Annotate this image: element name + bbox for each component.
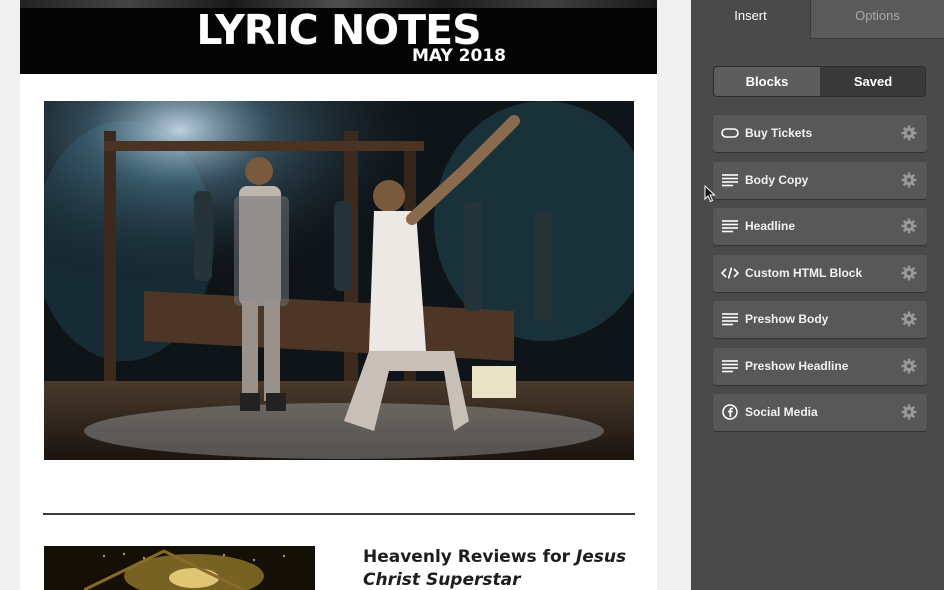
gear-icon[interactable] bbox=[901, 125, 917, 141]
tab-options[interactable]: Options bbox=[810, 0, 944, 39]
gear-icon[interactable] bbox=[901, 311, 917, 327]
sidebar-tabs: Insert Options bbox=[691, 0, 944, 39]
editor-sidebar: Insert Options Blocks Saved Buy Tickets … bbox=[691, 0, 944, 590]
block-preshow-body[interactable]: Preshow Body bbox=[713, 301, 927, 338]
section-divider bbox=[43, 513, 635, 515]
gear-icon[interactable] bbox=[901, 265, 917, 281]
text-lines-icon bbox=[721, 218, 739, 234]
text-lines-icon bbox=[721, 358, 739, 374]
block-custom-html[interactable]: Custom HTML Block bbox=[713, 254, 927, 292]
facebook-icon bbox=[721, 404, 739, 420]
gear-icon[interactable] bbox=[901, 404, 917, 420]
block-headline[interactable]: Headline bbox=[713, 208, 927, 245]
block-label: Buy Tickets bbox=[745, 126, 813, 140]
block-social-media[interactable]: Social Media bbox=[713, 394, 927, 431]
text-lines-icon bbox=[721, 172, 739, 188]
article-thumbnail[interactable] bbox=[44, 546, 315, 590]
block-preshow-headline[interactable]: Preshow Headline bbox=[713, 347, 927, 385]
segment-saved[interactable]: Saved bbox=[820, 67, 925, 96]
block-label: Preshow Headline bbox=[745, 358, 849, 373]
mouse-pointer-icon bbox=[704, 184, 716, 203]
block-buy-tickets[interactable]: Buy Tickets bbox=[713, 115, 927, 152]
banner-subtitle: MAY 2018 bbox=[412, 46, 506, 66]
block-label: Preshow Body bbox=[745, 312, 829, 326]
code-icon bbox=[720, 265, 740, 281]
newsletter-banner[interactable]: LYRIC NOTES MAY 2018 bbox=[20, 0, 657, 74]
block-label: Custom HTML Block bbox=[745, 265, 863, 280]
block-label: Headline bbox=[745, 219, 796, 233]
email-body: LYRIC NOTES MAY 2018 Heavenly Reviews fo… bbox=[20, 0, 657, 590]
block-body-copy[interactable]: Body Copy bbox=[713, 161, 927, 199]
block-label: Body Copy bbox=[745, 172, 809, 187]
tab-insert[interactable]: Insert bbox=[691, 0, 810, 39]
hero-stage-photo[interactable] bbox=[44, 101, 634, 460]
saved-blocks-list: Buy Tickets Body Copy Headline Custom HT… bbox=[713, 115, 927, 441]
banner-title: LYRIC NOTES bbox=[196, 6, 481, 54]
button-pill-icon bbox=[721, 125, 739, 141]
article-headline-text: Heavenly Reviews for bbox=[363, 547, 576, 567]
segment-blocks[interactable]: Blocks bbox=[714, 67, 820, 96]
email-canvas: LYRIC NOTES MAY 2018 Heavenly Reviews fo… bbox=[0, 0, 691, 590]
gear-icon[interactable] bbox=[901, 218, 917, 234]
blocks-saved-toggle: Blocks Saved bbox=[713, 66, 926, 97]
block-label: Social Media bbox=[745, 405, 818, 419]
article-headline[interactable]: Heavenly Reviews for Jesus Christ Supers… bbox=[363, 546, 633, 590]
gear-icon[interactable] bbox=[901, 172, 917, 188]
gear-icon[interactable] bbox=[901, 358, 917, 374]
text-lines-icon bbox=[721, 311, 739, 327]
